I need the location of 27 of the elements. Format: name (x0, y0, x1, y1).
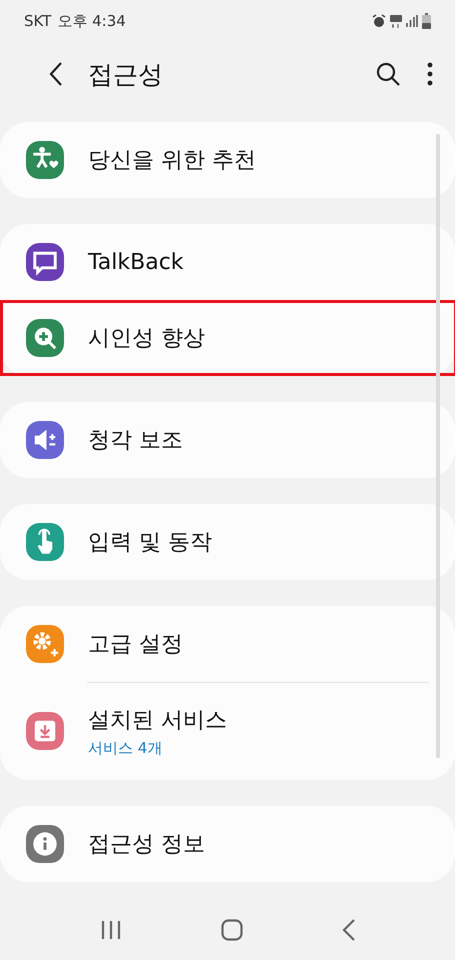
battery-icon (422, 13, 431, 29)
recent-apps-icon (100, 920, 122, 940)
item-label: TalkBack (88, 250, 184, 274)
settings-item[interactable]: TalkBack (0, 224, 455, 300)
settings-item[interactable]: 청각 보조 (0, 402, 455, 478)
signal-icon (406, 14, 418, 28)
settings-item[interactable]: 당신을 위한 추천 (0, 122, 455, 198)
alarm-icon (372, 14, 386, 28)
item-label: 청각 보조 (88, 427, 183, 455)
settings-item[interactable]: 접근성 정보 (0, 806, 455, 882)
settings-item[interactable]: 시인성 향상 (0, 300, 455, 376)
more-icon (427, 62, 433, 86)
item-label: 접근성 정보 (88, 831, 205, 859)
page-title: 접근성 (88, 58, 164, 90)
settings-item[interactable]: 입력 및 동작 (0, 504, 455, 580)
settings-item[interactable]: 고급 설정 (0, 606, 455, 682)
carrier-name: SKT (24, 12, 52, 30)
item-label: 설치된 서비스 (88, 706, 227, 734)
item-subtitle: 서비스 4개 (88, 738, 164, 758)
home-icon (220, 919, 242, 941)
item-label: 시인성 향상 (88, 325, 205, 353)
item-label: 입력 및 동작 (88, 529, 212, 557)
search-icon (375, 61, 401, 87)
item-label: 고급 설정 (88, 631, 183, 659)
item-label: 당신을 위한 추천 (88, 147, 256, 175)
clock-time: 오후 4:34 (57, 12, 126, 30)
network-icon (390, 14, 402, 28)
